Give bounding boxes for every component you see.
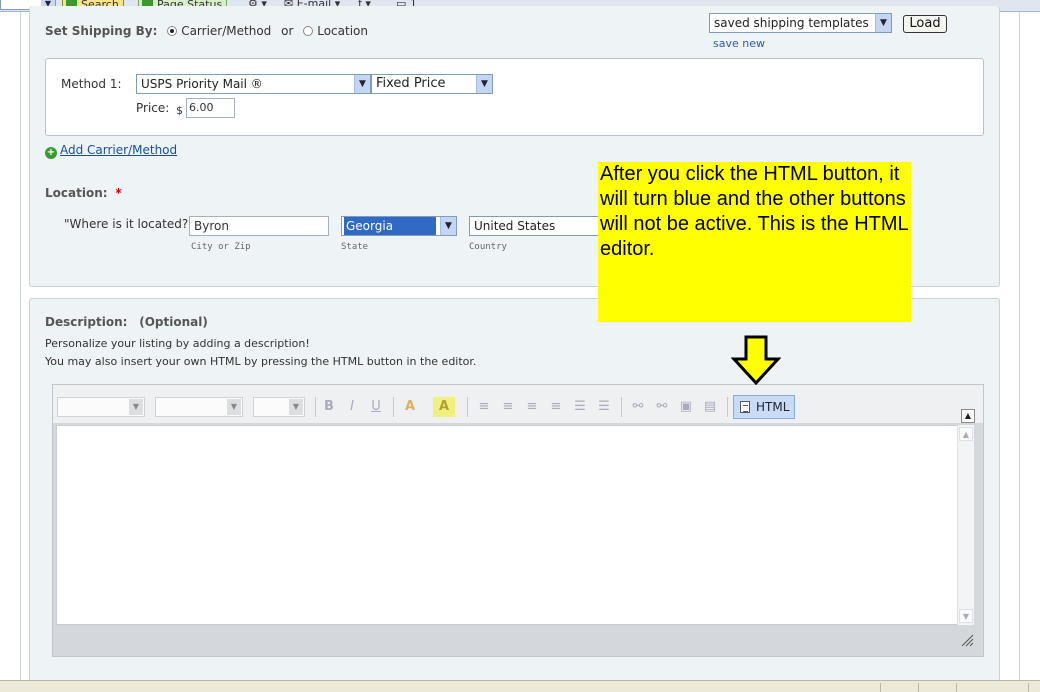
chevron-down-icon: ▼ [289,399,303,415]
align-left-icon: ≡ [478,399,490,414]
page-border-left [20,12,21,680]
document-icon [740,401,750,413]
format-select: ▼ [253,397,305,417]
highlight-button: A [433,397,455,417]
align-right-icon: ≡ [526,399,538,414]
radio-location[interactable]: Location [303,24,368,38]
description-label: Description: [45,315,128,329]
page: Set Shipping By: Carrier/Method or Locat… [0,6,1040,688]
set-shipping-label: Set Shipping By: [45,24,158,38]
image-icon: ▣ [679,399,693,414]
price-input[interactable]: 6.00 [186,98,235,118]
font-size-select: ▼ [155,397,243,417]
status-bar [0,680,1040,692]
align-center-icon: ≡ [502,399,514,414]
html-editor: ▼ ▼ ▼ B I U A A ≡ ≡ ≡ ≡ ☰ ☰ ⚯ ⚯ ▣ ▤ HTML… [52,384,984,657]
state-selected-value: Georgia [344,217,436,235]
or-text: or [281,24,294,38]
save-new-link[interactable]: save new [713,37,765,50]
add-carrier-row: + Add Carrier/Method [45,143,177,159]
plus-icon[interactable]: + [45,147,57,159]
table-icon: ▤ [703,399,717,414]
state-hint: State [341,242,369,252]
add-carrier-link[interactable]: Add Carrier/Method [60,143,177,157]
status-separator [918,683,919,692]
location-label-row: Location: * [45,186,122,200]
chevron-down-icon[interactable]: ▼ [875,14,891,32]
description-help-1: Personalize your listing by adding a des… [45,337,310,350]
underline-button: U [371,399,381,414]
status-separator [1028,683,1029,692]
editor-toolbar: ▼ ▼ ▼ B I U A A ≡ ≡ ≡ ≡ ☰ ☰ ⚯ ⚯ ▣ ▤ HTML [53,385,983,423]
justify-icon: ≡ [550,399,562,414]
method-label: Method 1: [61,77,122,91]
state-select[interactable]: Georgia ▼ [341,216,457,236]
font-color-button: A [404,399,416,414]
arrow-down-icon [731,335,781,385]
shipping-templates-select[interactable]: saved shipping templates ▼ [709,13,892,33]
chevron-down-icon[interactable]: ▼ [440,217,456,235]
location-question: "Where is it located? [64,217,189,231]
link-icon: ⚯ [632,399,644,414]
editor-scrollbar[interactable]: ▲ ▼ [957,425,974,625]
radio-carrier-icon[interactable] [167,26,178,36]
chevron-down-icon: ▼ [227,399,241,415]
bullet-list-icon: ☰ [574,399,586,414]
carrier-method-select[interactable]: USPS Priority Mail ® ▼ [136,74,371,94]
status-separator [956,683,957,692]
country-select[interactable]: United States [469,216,599,236]
scroll-down-icon[interactable]: ▼ [959,609,973,623]
optional-label: (Optional) [139,315,208,329]
radio-location-icon[interactable] [303,26,314,36]
chevron-down-icon: ▼ [129,399,143,415]
resize-grip-icon[interactable] [960,633,974,647]
load-button[interactable]: Load [903,15,947,33]
price-label: Price: [136,101,170,115]
description-label-row: Description: (Optional) [45,315,208,329]
unlink-icon: ⚯ [656,399,668,414]
location-label: Location: [45,186,108,200]
description-help-2: You may also insert your own HTML by pre… [45,355,477,368]
font-family-select: ▼ [57,397,145,417]
toolbar-separator [621,397,622,417]
status-separator [880,683,881,692]
price-type-select[interactable]: Fixed Price ▼ [371,74,493,94]
html-mode-button[interactable]: HTML [733,395,795,419]
country-hint: Country [469,242,507,252]
required-mark: * [115,186,122,200]
toolbar-separator [467,397,468,417]
method-box [45,58,984,136]
set-shipping-row: Set Shipping By: Carrier/Method or Locat… [45,24,368,38]
numbered-list-icon: ☰ [598,399,610,414]
collapse-toolbar-button[interactable]: ▲ [961,409,975,423]
city-hint: City or Zip [191,242,251,252]
currency-symbol: $ [176,104,183,117]
toolbar-separator [393,397,394,417]
bold-button: B [324,399,334,414]
city-input[interactable]: Byron [189,216,329,236]
radio-carrier[interactable]: Carrier/Method [167,24,271,38]
html-edit-area[interactable] [56,425,974,625]
scroll-up-icon[interactable]: ▲ [959,427,973,441]
chevron-down-icon[interactable]: ▼ [476,75,492,93]
chevron-down-icon[interactable]: ▼ [354,75,370,93]
annotation-callout: After you click the HTML button, it will… [598,162,911,322]
page-border-right [1019,12,1020,680]
italic-button: I [350,399,354,414]
toolbar-separator [727,397,728,417]
toolbar-separator [315,397,316,417]
